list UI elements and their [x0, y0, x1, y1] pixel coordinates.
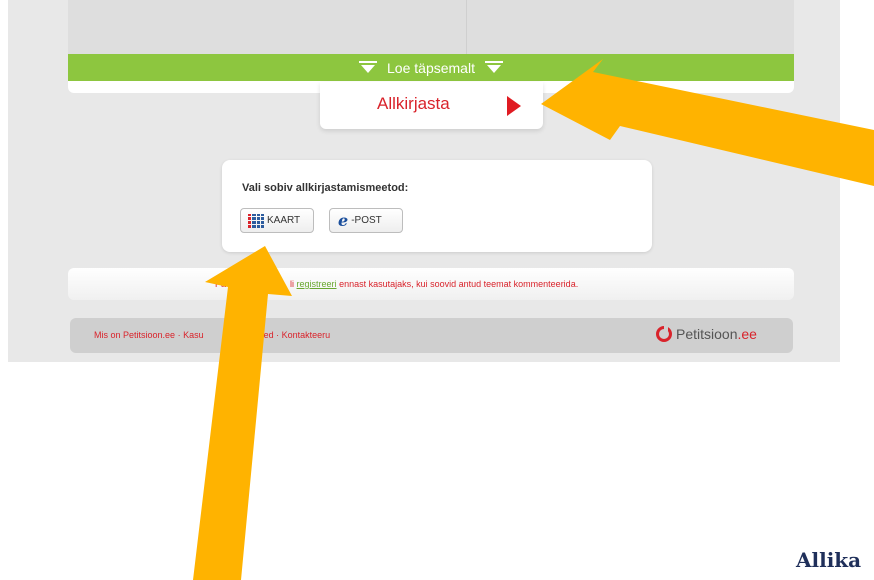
corner-caption: Allika [796, 548, 862, 572]
annotation-arrow-bottom [193, 246, 292, 580]
annotation-arrow-right [541, 59, 874, 186]
annotation-arrows [193, 59, 874, 580]
